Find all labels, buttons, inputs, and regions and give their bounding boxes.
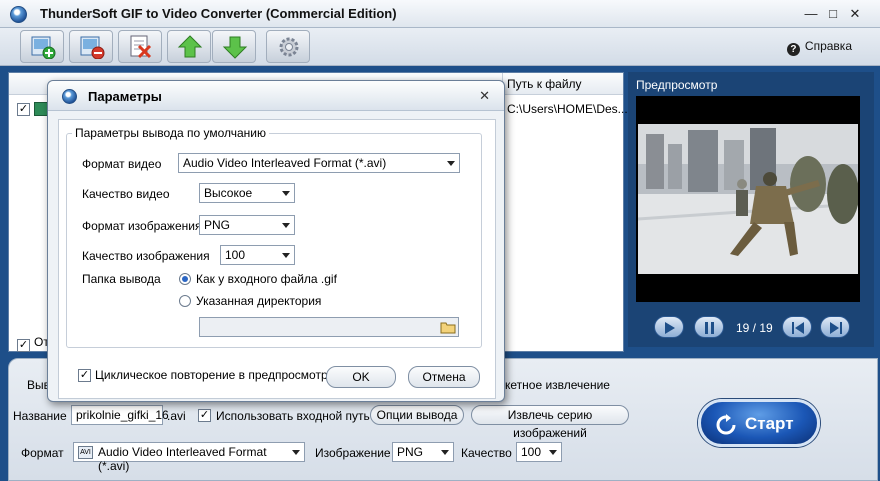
batch-extract-label: кетное извлечение	[505, 378, 610, 392]
image-quality-value: 100	[225, 248, 246, 262]
skip-back-icon	[792, 322, 804, 334]
output-folder-label: Папка вывода	[82, 272, 161, 286]
play-icon	[665, 322, 675, 334]
title-bar: ThunderSoft GIF to Video Converter (Comm…	[0, 0, 880, 28]
chevron-down-icon	[549, 450, 557, 455]
move-up-icon	[177, 35, 203, 58]
format-select-value: Audio Video Interleaved Format (*.avi)	[98, 445, 267, 473]
window-title: ThunderSoft GIF to Video Converter (Comm…	[40, 6, 397, 21]
parameters-dialog: Параметры ✕ Параметры вывода по умолчани…	[47, 80, 505, 402]
help-link[interactable]: ? Справка	[786, 39, 852, 56]
image-format-dialog-select[interactable]: PNG	[199, 215, 295, 235]
video-format-label: Формат видео	[82, 157, 162, 171]
file-list-options: ✓ От	[17, 335, 49, 352]
pause-icon	[705, 322, 714, 334]
remove-file-button[interactable]	[69, 30, 113, 63]
start-label: Старт	[745, 414, 794, 433]
play-button[interactable]	[654, 316, 684, 338]
output-options-button[interactable]: Опции вывода	[370, 405, 464, 425]
radio-custom-dir-label: Указанная директория	[196, 294, 322, 308]
radio-same-as-input[interactable]	[179, 273, 191, 285]
extension-label: .avi	[167, 409, 186, 423]
chevron-down-icon	[447, 161, 455, 166]
clear-list-button[interactable]	[118, 30, 162, 63]
video-quality-select[interactable]: Высокое	[199, 183, 295, 203]
refresh-icon	[716, 414, 736, 435]
image-format-select[interactable]: PNG	[392, 442, 454, 462]
image-quality-select[interactable]: 100	[220, 245, 295, 265]
toolbar: ? Справка	[0, 28, 880, 66]
skip-forward-icon	[830, 322, 842, 334]
video-quality-label: Качество видео	[82, 187, 170, 201]
cancel-button[interactable]: Отмена	[408, 366, 480, 388]
chevron-down-icon	[282, 223, 290, 228]
file-list-checkbox[interactable]: ✓	[17, 339, 30, 352]
image-format-dialog-value: PNG	[204, 218, 231, 232]
chevron-down-icon	[282, 191, 290, 196]
preview-panel: Предпросмотр 19 / 19	[628, 72, 874, 347]
next-frame-button[interactable]	[820, 316, 850, 338]
add-file-icon	[31, 36, 56, 59]
name-input[interactable]: prikolnie_gifki_16	[71, 405, 169, 425]
quality-select[interactable]: 100	[516, 442, 562, 462]
quality-value: 100	[521, 445, 542, 459]
help-label: Справка	[804, 39, 852, 53]
image-format-label: Формат изображения	[82, 219, 202, 233]
dialog-close-icon[interactable]: ✕	[479, 88, 490, 104]
app-icon[interactable]	[10, 6, 27, 23]
maximize-icon[interactable]: □	[824, 5, 842, 23]
clear-list-icon	[130, 35, 152, 59]
use-input-path-label: Использовать входной путь	[216, 409, 370, 423]
move-down-button[interactable]	[212, 30, 256, 63]
image-quality-label: Качество изображения	[82, 249, 210, 263]
radio-same-as-input-label: Как у входного файла .gif	[196, 272, 337, 286]
extract-series-button[interactable]: Извлечь серию изображений	[471, 405, 629, 440]
preview-frame-image	[638, 124, 858, 274]
avi-format-icon: AVI	[78, 446, 93, 459]
format-select[interactable]: AVI Audio Video Interleaved Format (*.av…	[73, 442, 305, 473]
pause-button[interactable]	[694, 316, 724, 338]
file-row-path: C:\Users\HOME\Des...	[507, 102, 628, 116]
format-label: Формат	[21, 446, 64, 460]
image-label: Изображение	[315, 446, 391, 460]
chevron-down-icon	[282, 253, 290, 258]
image-format-value: PNG	[397, 445, 424, 459]
add-file-button[interactable]	[20, 30, 64, 63]
move-down-icon	[222, 36, 248, 59]
custom-dir-input[interactable]	[199, 317, 459, 337]
dialog-app-icon	[62, 89, 77, 104]
folder-browse-icon[interactable]	[440, 320, 456, 334]
video-format-select[interactable]: Audio Video Interleaved Format (*.avi)	[178, 153, 460, 173]
name-label: Название	[13, 409, 67, 423]
remove-file-icon	[80, 36, 105, 59]
dialog-title: Параметры	[88, 89, 162, 104]
settings-icon	[279, 37, 299, 57]
dialog-title-bar: Параметры ✕	[48, 81, 504, 111]
move-up-button[interactable]	[167, 30, 211, 63]
quality-label: Качество	[461, 446, 512, 460]
group-legend: Параметры вывода по умолчанию	[72, 126, 269, 140]
chevron-down-icon	[441, 450, 449, 455]
close-icon[interactable]: ✕	[846, 5, 864, 23]
start-button[interactable]: Старт	[698, 399, 820, 447]
loop-preview-checkbox[interactable]: ✓	[78, 369, 91, 382]
frame-counter: 19 / 19	[736, 321, 773, 335]
help-icon: ?	[786, 43, 800, 56]
minimize-icon[interactable]: —	[802, 5, 820, 23]
use-input-path-checkbox[interactable]: ✓	[198, 409, 211, 422]
video-format-value: Audio Video Interleaved Format (*.avi)	[183, 156, 387, 170]
column-path[interactable]: Путь к файлу	[507, 77, 582, 91]
preview-label: Предпросмотр	[636, 78, 718, 92]
loop-preview-label: Циклическое повторение в предпросмотре	[95, 368, 335, 382]
preview-screen	[636, 96, 860, 302]
settings-button[interactable]	[266, 30, 310, 63]
file-row-checkbox[interactable]: ✓	[17, 103, 30, 116]
previous-frame-button[interactable]	[782, 316, 812, 338]
video-quality-value: Высокое	[204, 186, 253, 200]
radio-custom-dir[interactable]	[179, 295, 191, 307]
ok-button[interactable]: OK	[326, 366, 396, 388]
chevron-down-icon	[292, 450, 300, 455]
